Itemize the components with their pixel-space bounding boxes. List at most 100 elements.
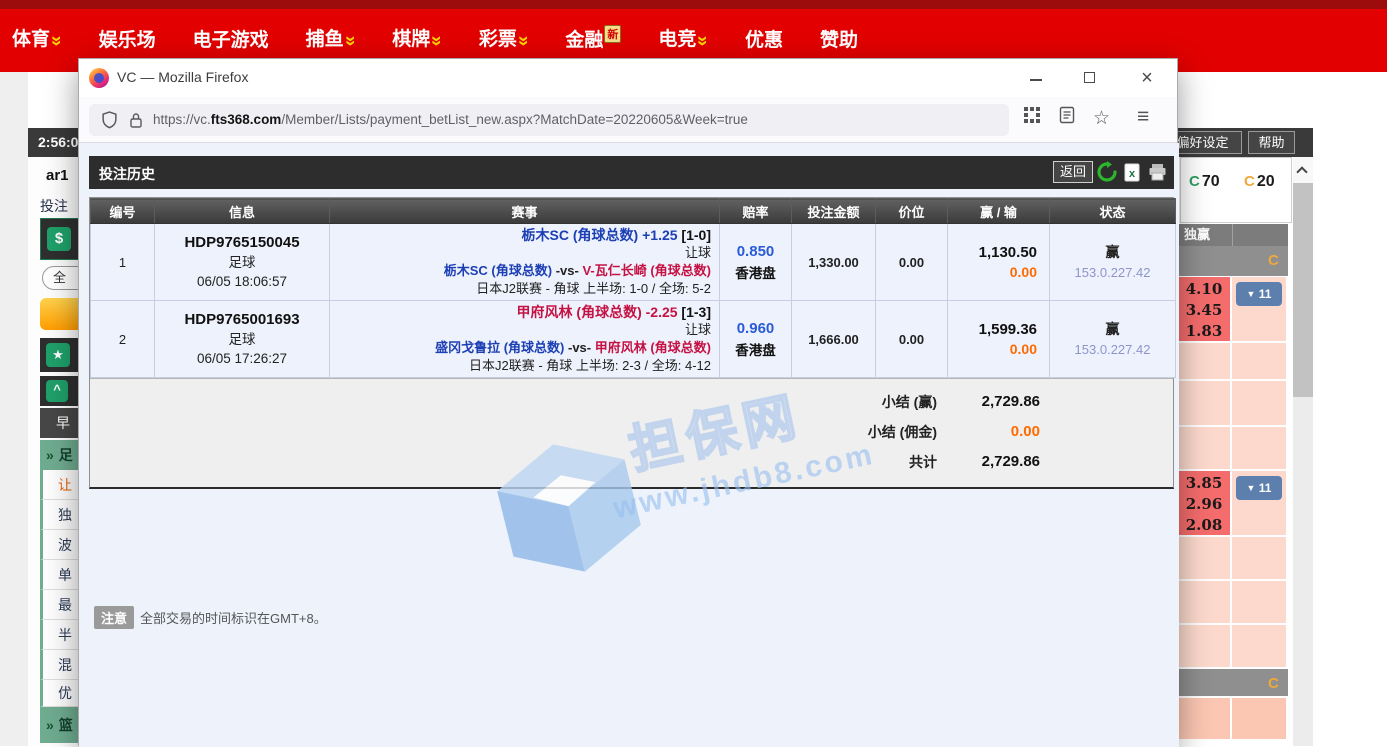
topbar-dark-strip: [0, 0, 1387, 9]
menu-item-sports[interactable]: 体育«: [12, 24, 62, 52]
menu-item-promo[interactable]: 优惠: [745, 25, 783, 52]
menu-item-casino[interactable]: 娱乐场: [99, 25, 156, 52]
maximize-button[interactable]: [1073, 63, 1105, 93]
odds-cell[interactable]: [1178, 343, 1232, 379]
table-header-row: 编号 信息 赛事 赔率 投注金额 价位 赢 / 输 状态: [91, 199, 1176, 224]
window-title: VC — Mozilla Firefox: [117, 69, 248, 85]
bet-amount: 1,330.00: [792, 224, 876, 301]
odds-cell[interactable]: [1178, 537, 1232, 579]
bet-history-page: 投注历史 返回 x 编号 信息 赛事: [79, 143, 1179, 747]
close-button[interactable]: ×: [1131, 63, 1163, 93]
window-titlebar[interactable]: VC — Mozilla Firefox ×: [79, 59, 1177, 97]
odds-cell[interactable]: [1178, 581, 1232, 623]
minimize-button[interactable]: [1020, 63, 1052, 93]
bet-winloss: 1,130.50 0.00: [948, 224, 1050, 301]
reader-view-icon[interactable]: [1059, 106, 1075, 129]
svg-text:x: x: [1129, 168, 1136, 180]
odds-empty-row: [1178, 625, 1288, 669]
page-title: 投注历史: [99, 164, 155, 184]
summary-commission-row: 小结 (佣金) 0.00: [90, 417, 1173, 447]
bet-event: 甲府风林 (角球总数) -2.25 [1-3] 让球 盛冈戈鲁拉 (角球总数) …: [330, 301, 720, 378]
odds-cell[interactable]: [1232, 381, 1286, 425]
odds-cell[interactable]: [1178, 381, 1232, 425]
odds-values-cell[interactable]: 3.85 2.96 2.08: [1178, 471, 1232, 535]
odds-cell[interactable]: [1178, 427, 1232, 469]
page-scrollbar[interactable]: [1293, 157, 1313, 746]
countdown-timer: 2:56:0: [38, 134, 78, 150]
refresh-icon[interactable]: [1096, 161, 1118, 188]
close-icon: ×: [1141, 67, 1153, 89]
menu-item-fishing[interactable]: 捕鱼«: [306, 24, 356, 52]
help-button[interactable]: 帮助: [1248, 131, 1295, 154]
bet-history-header-bar: 投注历史 返回 x: [89, 156, 1174, 189]
col-status: 状态: [1050, 199, 1176, 224]
url-text[interactable]: https://vc.fts368.com/Member/Lists/payme…: [153, 112, 748, 127]
hamburger-menu-icon[interactable]: ≡: [1137, 105, 1149, 129]
menu-item-lottery[interactable]: 彩票«: [479, 24, 529, 52]
bet-number: 1: [91, 224, 155, 301]
col-number: 编号: [91, 199, 155, 224]
main-menu: 体育« 娱乐场 电子游戏 捕鱼« 棋牌« 彩票« 金融新 电竞« 优惠 赞助: [12, 24, 858, 52]
back-button[interactable]: 返回: [1053, 161, 1093, 183]
bet-status: 赢 153.0.227.42: [1050, 301, 1176, 378]
odds-cell[interactable]: [1232, 537, 1286, 579]
bet-odds: 0.850 香港盘: [720, 224, 792, 301]
firefox-logo-icon: [89, 68, 109, 88]
odds-match-row: 4.10 3.45 1.83 ▼ 11: [1178, 277, 1288, 343]
double-arrow-icon: »: [46, 717, 54, 733]
col-info: 信息: [155, 199, 330, 224]
odds-cell[interactable]: [1178, 625, 1232, 667]
col-price: 价位: [876, 199, 948, 224]
odds-cell[interactable]: [1232, 427, 1286, 469]
menu-item-esports[interactable]: 电竞«: [658, 24, 708, 52]
odds-empty-row: [1178, 581, 1288, 625]
odds-cell[interactable]: [1178, 698, 1232, 739]
bet-row: 1 HDP9765150045 足球 06/05 18:06:57 栃木SC (…: [91, 224, 1176, 301]
menu-item-sponsor[interactable]: 赞助: [820, 25, 858, 52]
scroll-up-button[interactable]: [1293, 157, 1313, 183]
column-divider: [1232, 224, 1233, 246]
menu-item-egames[interactable]: 电子游戏: [193, 25, 269, 52]
odds-more-cell: ▼ 11: [1232, 277, 1286, 341]
gold-coin-icon: C: [1268, 252, 1279, 269]
green-coin-counter[interactable]: C70: [1189, 173, 1220, 191]
bet-info: HDP9765001693 足球 06/05 17:26:27: [155, 301, 330, 378]
bookmark-star-icon[interactable]: ☆: [1093, 107, 1110, 130]
bet-info: HDP9765150045 足球 06/05 18:06:57: [155, 224, 330, 301]
bet-amount: 1,666.00: [792, 301, 876, 378]
menu-item-cards[interactable]: 棋牌«: [392, 24, 442, 52]
odds-cell[interactable]: [1232, 343, 1286, 379]
bet-event: 栃木SC (角球总数) +1.25 [1-0] 让球 栃木SC (角球总数) -…: [330, 224, 720, 301]
more-markets-button[interactable]: ▼ 11: [1236, 282, 1282, 306]
printer-icon[interactable]: [1148, 163, 1167, 186]
bet-price: 0.00: [876, 301, 948, 378]
col-odds: 赔率: [720, 199, 792, 224]
dollar-icon: $: [47, 227, 71, 251]
col-winloss: 赢 / 输: [948, 199, 1050, 224]
chevron-down-icon: «: [692, 36, 714, 47]
excel-export-icon[interactable]: x: [1123, 163, 1141, 187]
shield-icon[interactable]: [101, 111, 118, 134]
odds-cell[interactable]: [1232, 698, 1286, 739]
notice-badge: 注意: [94, 606, 134, 629]
address-bar[interactable]: https://vc.fts368.com/Member/Lists/payme…: [89, 104, 1009, 136]
chevron-down-icon: «: [45, 36, 67, 47]
gold-coin-icon: C: [1244, 173, 1255, 190]
gold-coin-counter[interactable]: C20: [1244, 173, 1275, 191]
lock-icon[interactable]: [129, 111, 143, 134]
bet-number: 2: [91, 301, 155, 378]
odds-subheader-row: C: [1178, 246, 1288, 276]
scrollbar-thumb[interactable]: [1293, 183, 1313, 397]
gmt-notice: 注意全部交易的时间标识在GMT+8。: [94, 606, 327, 629]
odds-cell[interactable]: [1232, 625, 1286, 667]
qr-grid-icon[interactable]: [1023, 106, 1041, 129]
odds-group-separator: C: [1178, 669, 1288, 698]
odds-grid: 4.10 3.45 1.83 ▼ 11 3.85 2.96 2.08 ▼ 11 …: [1178, 277, 1288, 741]
more-markets-button[interactable]: ▼ 11: [1236, 476, 1282, 500]
menu-item-finance[interactable]: 金融新: [565, 25, 621, 52]
chevron-down-icon: «: [339, 36, 361, 47]
odds-cell[interactable]: [1232, 581, 1286, 623]
odds-match-row: 3.85 2.96 2.08 ▼ 11: [1178, 471, 1288, 537]
odds-empty-row: [1178, 343, 1288, 381]
odds-values-cell[interactable]: 4.10 3.45 1.83: [1178, 277, 1232, 341]
